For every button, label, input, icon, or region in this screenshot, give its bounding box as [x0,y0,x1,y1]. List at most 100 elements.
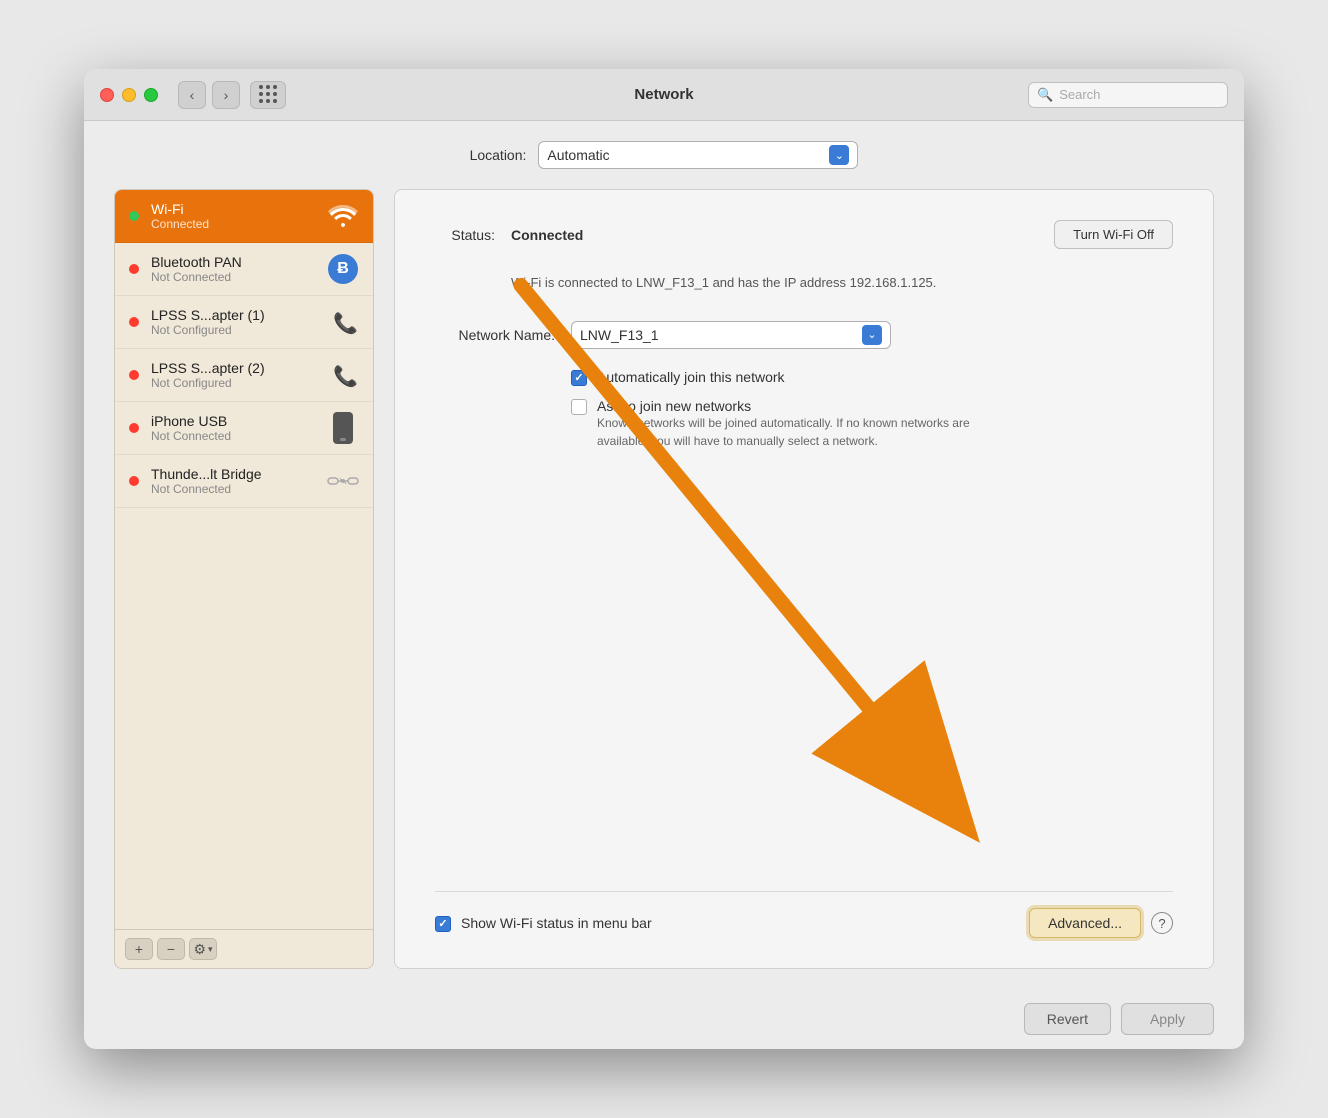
thunder-status-dot [129,476,139,486]
main-content: Location: Automatic ⌄ Wi-Fi Connected [84,121,1244,989]
titlebar: ‹ › Network 🔍 [84,69,1244,121]
sidebar-footer: + − ⚙ ▾ [115,929,373,968]
gear-icon: ⚙ [193,941,206,958]
help-button[interactable]: ? [1151,912,1173,934]
network-name-select[interactable]: LNW_F13_1 ⌄ [571,321,891,349]
back-button[interactable]: ‹ [178,81,206,109]
maximize-button[interactable] [144,88,158,102]
chevron-down-icon: ▾ [208,944,213,955]
close-button[interactable] [100,88,114,102]
search-icon: 🔍 [1037,87,1053,103]
location-select[interactable]: Automatic ⌄ [538,141,858,169]
turn-wifi-off-button[interactable]: Turn Wi-Fi Off [1054,220,1173,249]
sidebar: Wi-Fi Connected [114,189,374,969]
sidebar-item-wifi[interactable]: Wi-Fi Connected [115,190,373,243]
thunder-name: Thunde...lt Bridge [151,466,315,482]
network-name-stepper-icon: ⌄ [862,325,882,345]
forward-button[interactable]: › [212,81,240,109]
lpss2-status-dot [129,370,139,380]
location-stepper-icon: ⌄ [829,145,849,165]
ask-join-label: Ask to join new networks [597,398,977,414]
show-wifi-label: Show Wi-Fi status in menu bar [461,915,652,931]
back-icon: ‹ [190,87,195,103]
iphone-name: iPhone USB [151,413,315,429]
advanced-button[interactable]: Advanced... [1029,908,1141,938]
checkmark-icon: ✓ [574,371,583,384]
lpss1-text: LPSS S...apter (1) Not Configured [151,307,315,337]
network-name-row: Network Name: LNW_F13_1 ⌄ [435,321,1173,349]
bluetooth-text: Bluetooth PAN Not Connected [151,254,315,284]
wifi-sub: Connected [151,217,315,231]
status-row: Status: Connected Turn Wi-Fi Off [435,220,1173,249]
ask-join-row: Ask to join new networks Known networks … [571,398,1173,450]
status-description: Wi-Fi is connected to LNW_F13_1 and has … [511,273,1173,293]
bluetooth-sub: Not Connected [151,270,315,284]
lpss2-sub: Not Configured [151,376,315,390]
traffic-lights [100,88,158,102]
lpss2-text: LPSS S...apter (2) Not Configured [151,360,315,390]
forward-icon: › [224,87,229,103]
network-name-value: LNW_F13_1 [580,327,659,343]
main-panel: Wi-Fi Connected [114,189,1214,969]
sidebar-item-lpss2[interactable]: LPSS S...apter (2) Not Configured 📞 [115,349,373,402]
lpss1-status-dot [129,317,139,327]
minimize-button[interactable] [122,88,136,102]
network-name-label: Network Name: [435,327,555,343]
lpss2-name: LPSS S...apter (2) [151,360,315,376]
thunder-sub: Not Connected [151,482,315,496]
apply-button[interactable]: Apply [1121,1003,1214,1035]
window-bottom-bar: Revert Apply [84,989,1244,1049]
ask-join-text: Ask to join new networks Known networks … [597,398,977,450]
location-value: Automatic [547,147,609,163]
ask-join-checkbox[interactable] [571,399,587,415]
settings-button[interactable]: ⚙ ▾ [189,938,217,960]
sidebar-item-lpss1[interactable]: LPSS S...apter (1) Not Configured 📞 [115,296,373,349]
svg-text:📞: 📞 [333,310,357,335]
wifi-name: Wi-Fi [151,201,315,217]
network-window: ‹ › Network 🔍 Location: Automatic ⌄ [84,69,1244,1049]
bottom-right-controls: Advanced... ? [1029,908,1173,938]
ask-join-sublabel: Known networks will be joined automatica… [597,414,977,450]
minus-icon: − [167,941,175,957]
sidebar-item-thunder[interactable]: Thunde...lt Bridge Not Connected [115,455,373,508]
wifi-icon [327,200,359,232]
grid-icon [259,85,278,104]
show-wifi-row: ✓ Show Wi-Fi status in menu bar [435,915,652,932]
show-wifi-checkbox[interactable]: ✓ [435,916,451,932]
sidebar-item-bluetooth[interactable]: Bluetooth PAN Not Connected Ƀ [115,243,373,296]
lpss1-icon: 📞 [327,306,359,338]
remove-network-button[interactable]: − [157,938,185,960]
lpss1-sub: Not Configured [151,323,315,337]
sidebar-item-iphone[interactable]: iPhone USB Not Connected [115,402,373,455]
auto-join-checkbox[interactable]: ✓ [571,370,587,386]
status-label: Status: [435,227,495,243]
auto-join-label: Automatically join this network [597,369,785,385]
svg-text:📞: 📞 [333,363,357,388]
status-value: Connected [511,227,583,243]
iphone-home-button [340,438,346,441]
add-icon: + [135,941,143,957]
detail-panel: Status: Connected Turn Wi-Fi Off Wi-Fi i… [394,189,1214,969]
auto-join-row: ✓ Automatically join this network [571,369,1173,386]
thunder-icon [327,465,359,497]
show-wifi-checkmark-icon: ✓ [438,917,447,930]
iphone-text: iPhone USB Not Connected [151,413,315,443]
iphone-icon [327,412,359,444]
thunder-text: Thunde...lt Bridge Not Connected [151,466,315,496]
search-input[interactable] [1059,87,1219,102]
iphone-shape [333,412,353,444]
lpss1-name: LPSS S...apter (1) [151,307,315,323]
bluetooth-name: Bluetooth PAN [151,254,315,270]
grid-button[interactable] [250,81,286,109]
nav-buttons: ‹ › [178,81,240,109]
search-box[interactable]: 🔍 [1028,82,1228,108]
lpss2-icon: 📞 [327,359,359,391]
window-title: Network [634,86,693,103]
location-row: Location: Automatic ⌄ [114,141,1214,169]
location-label: Location: [470,147,527,163]
wifi-text: Wi-Fi Connected [151,201,315,231]
bluetooth-status-dot [129,264,139,274]
iphone-status-dot [129,423,139,433]
add-network-button[interactable]: + [125,938,153,960]
revert-button[interactable]: Revert [1024,1003,1111,1035]
